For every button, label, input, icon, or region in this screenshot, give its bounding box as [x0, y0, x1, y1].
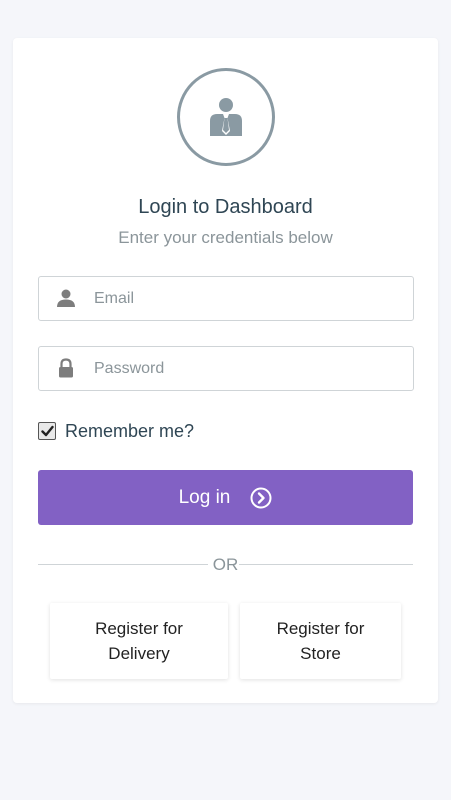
register-delivery-line1: Register for [95, 619, 183, 638]
or-divider: OR [38, 554, 413, 574]
register-store-button[interactable]: Register for Store [240, 603, 401, 679]
user-tie-icon [210, 98, 242, 136]
remember-checkbox[interactable] [38, 422, 56, 440]
email-field[interactable] [38, 276, 414, 321]
user-icon [57, 289, 75, 307]
login-card: Login to Dashboard Enter your credential… [13, 38, 438, 703]
page-title: Login to Dashboard [138, 196, 313, 218]
register-store-label: Register for Store [277, 616, 365, 666]
register-delivery-label: Register for Delivery [95, 616, 183, 666]
divider-line-right [239, 564, 413, 565]
register-delivery-button[interactable]: Register for Delivery [50, 603, 228, 679]
password-field[interactable] [38, 346, 414, 391]
login-button-label: Log in [178, 486, 231, 508]
register-delivery-line2: Delivery [108, 644, 170, 663]
page-subtitle: Enter your credentials below [118, 228, 333, 247]
register-store-line2: Store [300, 644, 341, 663]
chevron-circle-right-icon [250, 487, 272, 508]
or-text: OR [212, 555, 239, 574]
checkmark-icon [40, 425, 54, 436]
lock-icon [59, 358, 73, 378]
remember-label: Remember me? [65, 420, 195, 441]
register-store-line1: Register for [276, 619, 365, 638]
remember-me[interactable]: Remember me? [38, 420, 194, 442]
login-button[interactable]: Log in [38, 470, 413, 525]
email-input[interactable] [94, 277, 394, 320]
avatar [177, 68, 275, 166]
password-input[interactable] [94, 347, 394, 390]
